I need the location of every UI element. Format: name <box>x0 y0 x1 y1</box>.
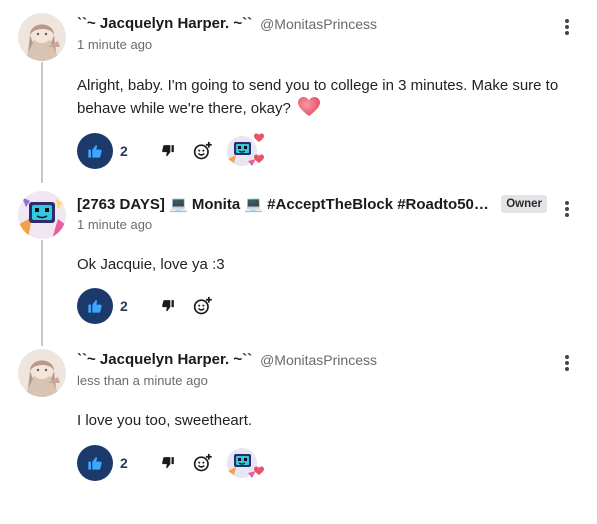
more-options-icon[interactable] <box>560 17 574 37</box>
avatar[interactable] <box>18 191 66 239</box>
thumbs-up-icon <box>88 145 102 158</box>
like-button[interactable] <box>77 133 113 169</box>
comment-author[interactable]: [2763 DAYS] 💻 Monita 💻 #AcceptTheBlock #… <box>77 195 493 213</box>
add-reaction-button[interactable] <box>190 450 216 476</box>
comment-item: ``~ Jacquelyn Harper. ~`` @MonitasPrince… <box>0 349 597 491</box>
comment-handle[interactable]: @MonitasPrincess <box>260 16 377 32</box>
thumbs-down-icon <box>162 457 174 469</box>
avatar[interactable] <box>18 13 66 61</box>
add-reaction-button[interactable] <box>190 293 216 319</box>
like-count: 2 <box>120 143 128 159</box>
heart-emoji-icon <box>298 97 320 116</box>
comment-text: Ok Jacquie, love ya :3 <box>77 256 225 273</box>
creator-avatar-heart-icon <box>227 448 264 478</box>
comment-body: I love you too, sweetheart. <box>77 409 567 432</box>
dislike-button[interactable] <box>156 294 180 318</box>
like-count: 2 <box>120 455 128 471</box>
comment-timestamp[interactable]: 1 minute ago <box>77 217 152 232</box>
avatar-anime-girl-image <box>18 13 66 61</box>
like-count: 2 <box>120 298 128 314</box>
add-reaction-icon <box>193 453 212 472</box>
add-reaction-icon <box>193 141 212 160</box>
creator-heart-reaction[interactable] <box>226 133 264 169</box>
avatar-anime-girl-image <box>18 349 66 397</box>
like-button[interactable] <box>77 288 113 324</box>
add-reaction-icon <box>193 296 212 315</box>
thumbs-up-icon <box>88 300 102 313</box>
owner-badge: Owner <box>501 195 547 213</box>
avatar[interactable] <box>18 349 66 397</box>
add-reaction-button[interactable] <box>190 138 216 164</box>
comment-author[interactable]: ``~ Jacquelyn Harper. ~`` <box>77 351 252 368</box>
more-options-icon[interactable] <box>560 199 574 219</box>
dislike-button[interactable] <box>156 139 180 163</box>
comment-timestamp[interactable]: 1 minute ago <box>77 37 152 52</box>
dislike-button[interactable] <box>156 451 180 475</box>
thumbs-up-icon <box>88 457 102 470</box>
comment-handle[interactable]: @MonitasPrincess <box>260 352 377 368</box>
comment-text: I love you too, sweetheart. <box>77 412 253 429</box>
comment-body: Alright, baby. I'm going to send you to … <box>77 74 567 120</box>
like-button[interactable] <box>77 445 113 481</box>
creator-avatar-heart-icon <box>227 133 264 166</box>
more-options-icon[interactable] <box>560 353 574 373</box>
avatar-monita-image <box>18 191 66 239</box>
comment-author[interactable]: ``~ Jacquelyn Harper. ~`` <box>77 15 252 32</box>
thumbs-down-icon <box>162 300 174 312</box>
thumbs-down-icon <box>162 145 174 157</box>
comment-body: Ok Jacquie, love ya :3 <box>77 253 567 276</box>
creator-heart-reaction[interactable] <box>226 445 264 481</box>
comment-item: ``~ Jacquelyn Harper. ~`` @MonitasPrince… <box>0 13 597 175</box>
comment-timestamp[interactable]: less than a minute ago <box>77 373 208 388</box>
comment-item: [2763 DAYS] 💻 Monita 💻 #AcceptTheBlock #… <box>0 191 597 335</box>
